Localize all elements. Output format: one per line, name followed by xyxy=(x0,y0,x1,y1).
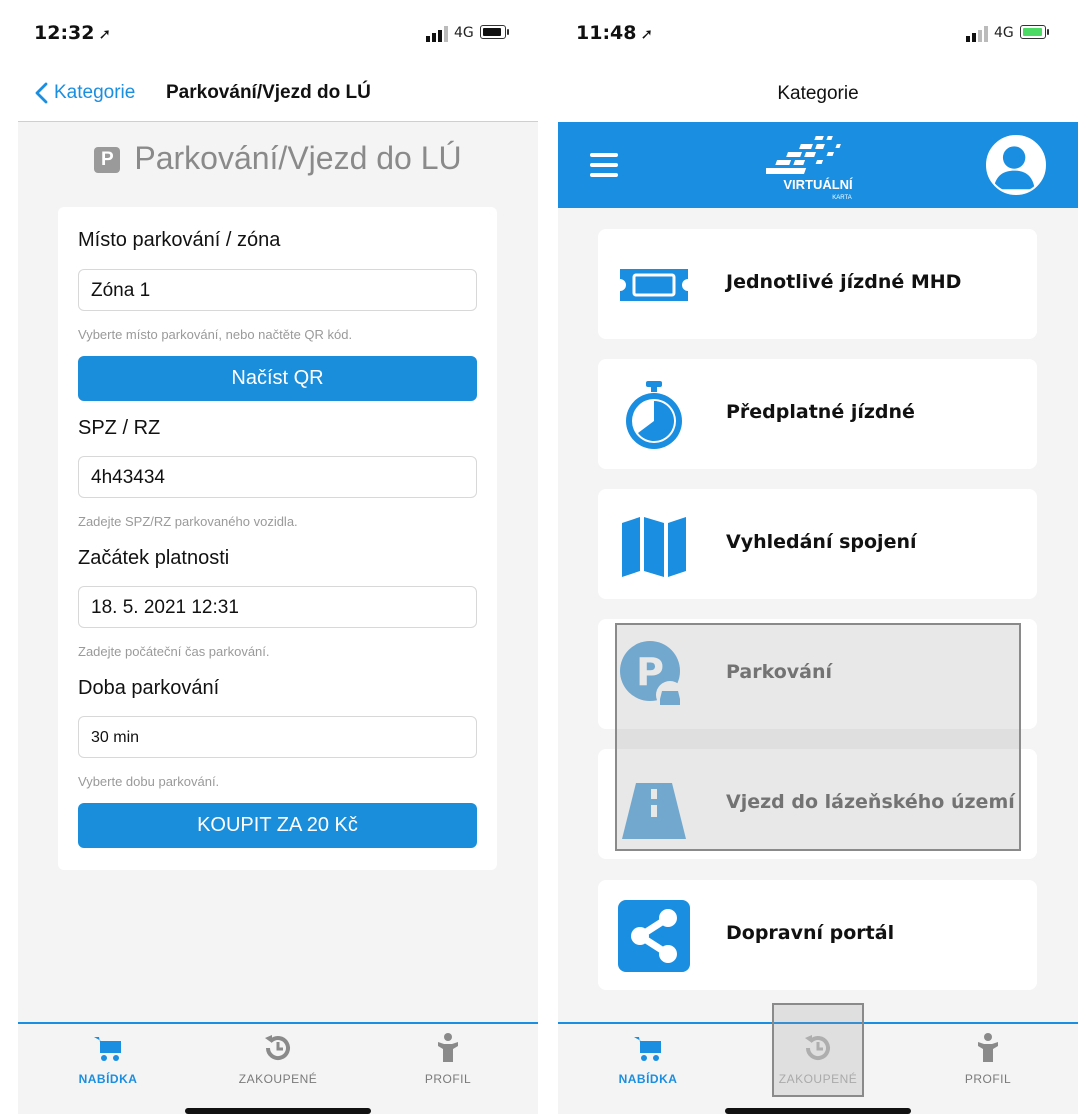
menu-item-subscription[interactable]: Předplatné jízdné xyxy=(598,359,1037,469)
page-title: Kategorie xyxy=(558,70,1078,122)
home-indicator xyxy=(725,1108,911,1114)
tab-offer-label: NABÍDKA xyxy=(618,1072,678,1086)
plate-label: SPZ / RZ xyxy=(78,417,161,439)
tab-bar: NABÍDKA ZAKOUPENÉ PROFIL xyxy=(18,1022,538,1114)
menu-item-route-search[interactable]: Vyhledání spojení xyxy=(598,489,1037,599)
menu-item-transport-portal[interactable]: Dopravní portál xyxy=(598,880,1037,990)
back-button[interactable]: Kategorie xyxy=(34,82,135,104)
status-time: 11:48 ➚ xyxy=(576,22,654,44)
person-icon xyxy=(438,1033,458,1062)
tab-offer[interactable]: NABÍDKA xyxy=(38,1032,178,1086)
status-bar: 12:32 ➚ 4G xyxy=(18,0,538,70)
logo-subtext: KARTA xyxy=(832,195,851,201)
back-label: Kategorie xyxy=(54,82,136,103)
tab-profile[interactable]: PROFIL xyxy=(918,1032,1058,1086)
history-icon xyxy=(265,1035,290,1061)
scan-qr-button[interactable]: Načíst QR xyxy=(78,356,477,401)
plate-hint: Zadejte SPZ/RZ parkovaného vozidla. xyxy=(78,514,298,529)
menu-label: Vyhledání spojení xyxy=(726,531,917,553)
status-time: 12:32 ➚ xyxy=(34,22,112,44)
ticket-icon xyxy=(620,269,688,301)
location-arrow-icon: ➚ xyxy=(640,25,654,43)
network-type: 4G xyxy=(454,25,474,41)
battery-icon xyxy=(480,25,509,39)
menu-icon[interactable] xyxy=(590,153,618,177)
parking-form-card: Místo parkování / zóna Zóna 1 Vyberte mí… xyxy=(58,207,497,870)
chevron-left-icon xyxy=(35,82,48,104)
menu-label: Předplatné jízdné xyxy=(726,401,915,423)
tab-highlight xyxy=(772,1003,864,1097)
duration-select[interactable]: 30 min xyxy=(78,716,477,758)
tab-profile-label: PROFIL xyxy=(964,1072,1012,1086)
location-arrow-icon: ➚ xyxy=(98,25,112,43)
app-header: VIRTUÁLNÍ KARTA xyxy=(558,122,1078,208)
tab-purchased-label: ZAKOUPENÉ xyxy=(238,1072,318,1086)
share-icon xyxy=(618,900,690,972)
phone-parking-form: 12:32 ➚ 4G Kategorie Parkování/Vjezd do L… xyxy=(18,0,538,1114)
tab-offer-label: NABÍDKA xyxy=(78,1072,138,1086)
menu-item-single-ticket[interactable]: Jednotlivé jízdné MHD xyxy=(598,229,1037,339)
buy-button[interactable]: KOUPIT ZA 20 Kč xyxy=(78,803,477,848)
map-icon xyxy=(622,517,686,577)
zone-field[interactable]: Zóna 1 xyxy=(78,269,477,311)
network-type: 4G xyxy=(994,25,1014,41)
menu-label: Dopravní portál xyxy=(726,922,895,944)
battery-charging-icon xyxy=(1020,25,1049,39)
tab-purchased[interactable]: ZAKOUPENÉ xyxy=(208,1032,348,1086)
stopwatch-icon xyxy=(626,381,682,449)
stage: 12:32 ➚ 4G Kategorie Parkování/Vjezd do L… xyxy=(0,0,1082,1114)
user-icon xyxy=(993,146,1035,190)
avatar[interactable] xyxy=(986,135,1046,195)
parking-p-icon: P xyxy=(94,147,121,173)
tab-profile-label: PROFIL xyxy=(424,1072,472,1086)
cart-icon xyxy=(94,1037,121,1061)
tab-profile[interactable]: PROFIL xyxy=(378,1032,518,1086)
selection-highlight xyxy=(615,623,1021,851)
start-datetime-field[interactable]: 18. 5. 2021 12:31 xyxy=(78,586,477,628)
page-title-text: Parkování/Vjezd do LÚ xyxy=(134,140,462,176)
nav-bar: Kategorie Parkování/Vjezd do LÚ xyxy=(18,70,538,122)
virtualni-karta-logo: VIRTUÁLNÍ KARTA xyxy=(766,136,853,201)
plate-field[interactable]: 4h43434 xyxy=(78,456,477,498)
zone-label: Místo parkování / zóna xyxy=(78,229,281,251)
nav-title: Parkování/Vjezd do LÚ xyxy=(166,82,371,103)
person-icon xyxy=(978,1033,998,1062)
status-bar: 11:48 ➚ 4G xyxy=(558,0,1078,70)
cart-icon xyxy=(634,1037,661,1061)
duration-hint: Vyberte dobu parkování. xyxy=(78,774,220,789)
start-label: Začátek platnosti xyxy=(78,547,230,569)
page-title: P Parkování/Vjezd do LÚ xyxy=(18,140,538,177)
duration-label: Doba parkování xyxy=(78,677,220,699)
menu-label: Jednotlivé jízdné MHD xyxy=(726,271,962,293)
logo-text: VIRTUÁLNÍ xyxy=(783,177,853,192)
phone-categories: 11:48 ➚ 4G Kategorie VIRTUÁLNÍ KARTA Jed… xyxy=(558,0,1078,1114)
start-hint: Zadejte počáteční čas parkování. xyxy=(78,644,270,659)
zone-hint: Vyberte místo parkování, nebo načtěte QR… xyxy=(78,327,353,342)
home-indicator xyxy=(185,1108,371,1114)
tab-offer[interactable]: NABÍDKA xyxy=(578,1032,718,1086)
